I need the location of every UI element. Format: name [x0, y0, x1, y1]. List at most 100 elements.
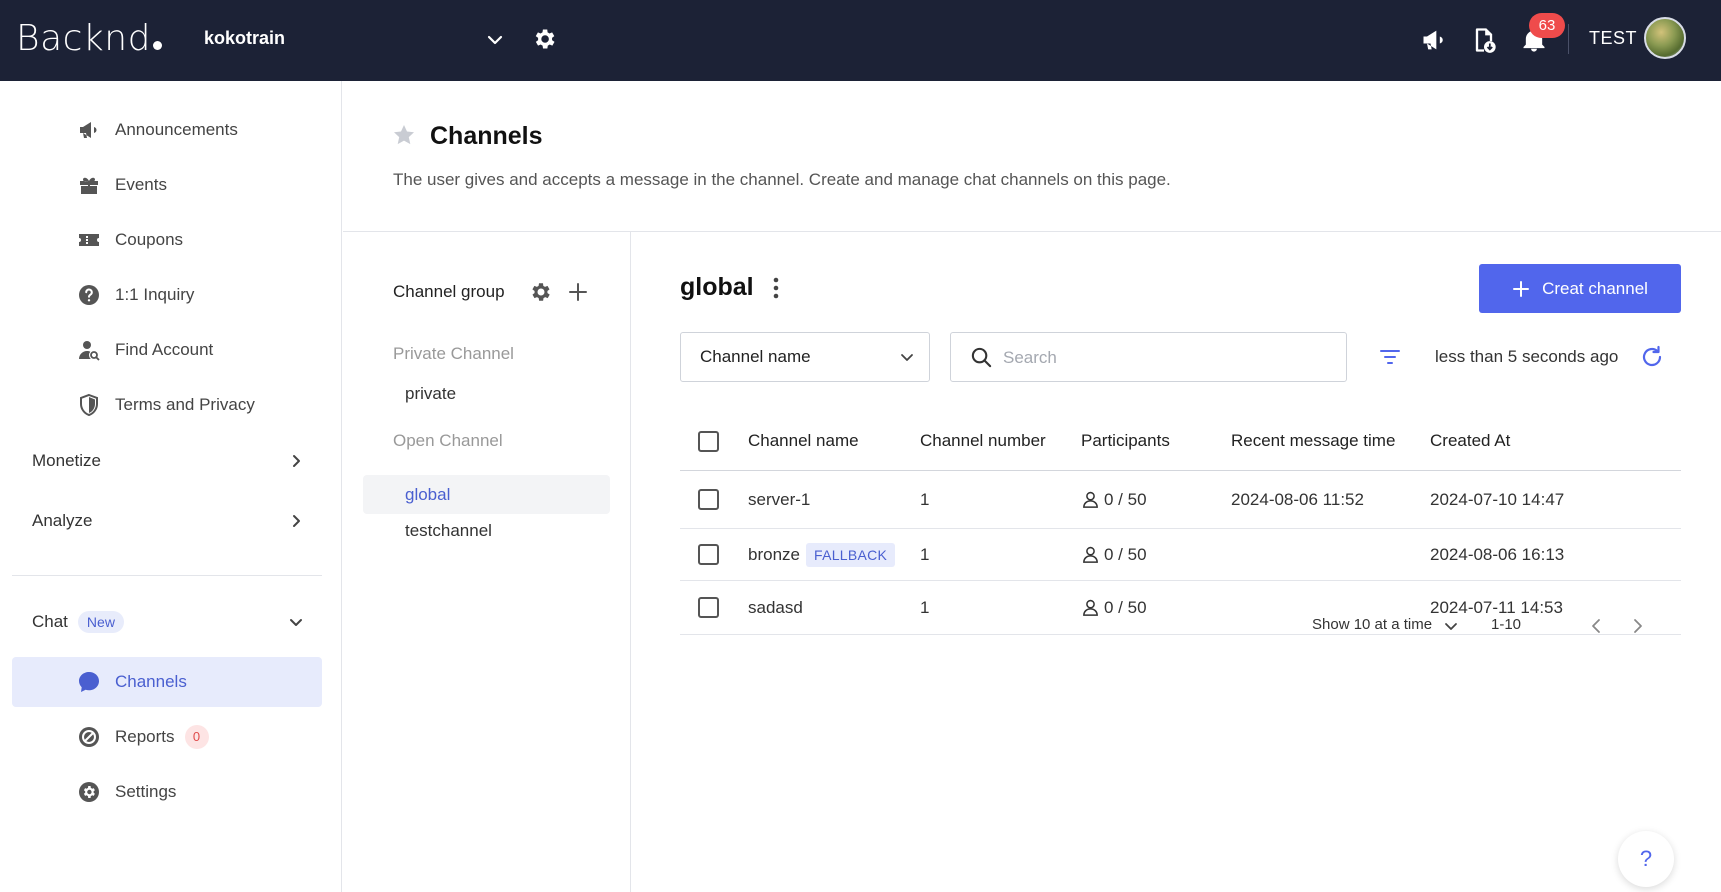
channel-group-item-testchannel[interactable]: testchannel [405, 521, 492, 541]
project-name[interactable]: kokotrain [204, 28, 285, 49]
top-bar: Backnd kokotrain 63 TEST [0, 0, 1721, 81]
column-header[interactable]: Channel name [748, 412, 859, 470]
sidebar-item-announcements[interactable]: Announcements [77, 115, 238, 145]
sidebar-item-label: Find Account [115, 340, 214, 359]
ticket-icon [77, 228, 101, 252]
sidebar-item-label: Events [115, 175, 167, 194]
create-channel-button[interactable]: Creat channel [1479, 264, 1681, 313]
report-icon [77, 725, 101, 749]
row-checkbox[interactable] [698, 544, 719, 565]
refresh-icon[interactable] [1639, 344, 1665, 370]
participants-value: 0 / 50 [1104, 544, 1147, 564]
channel-group-item-global[interactable]: global [405, 485, 450, 505]
search-box [950, 332, 1347, 382]
page-size-label: Show 10 at a time [1312, 616, 1433, 633]
sidebar-item-reports[interactable]: Reports 0 [77, 722, 209, 752]
page-header: Channels The user gives and accepts a me… [343, 81, 1721, 232]
channel-name-cell[interactable]: sadasd [748, 581, 803, 634]
page-size-select[interactable]: Show 10 at a time [1312, 616, 1432, 633]
help-label: ? [1639, 846, 1653, 871]
column-header[interactable]: Created At [1430, 412, 1510, 470]
channel-number-cell: 1 [920, 489, 930, 509]
help-button[interactable]: ? [1618, 831, 1674, 887]
search-input[interactable] [1003, 345, 1323, 371]
sidebar-group-label: Chat [32, 612, 68, 631]
table-row[interactable]: bronze FALLBACK 1 0 / 50 2024-08-06 16:1… [680, 529, 1681, 581]
chevron-down-icon[interactable] [485, 30, 505, 50]
plus-icon[interactable] [567, 281, 589, 303]
user-name[interactable]: TEST [1589, 28, 1637, 49]
sidebar-item-events[interactable]: Events [77, 170, 167, 200]
table-row[interactable]: server-1 1 0 / 50 2024-08-06 11:52 2024-… [680, 471, 1681, 529]
avatar[interactable] [1644, 17, 1686, 59]
table-header-row: Channel name Channel number Participants… [680, 412, 1681, 471]
page-description: The user gives and accepts a message in … [393, 170, 1171, 189]
more-options-icon[interactable] [769, 275, 783, 301]
table-row[interactable]: sadasd 1 0 / 50 2024-07-11 14:53 [680, 581, 1681, 635]
channel-number-cell: 1 [920, 597, 930, 617]
select-value: Channel name [700, 347, 811, 366]
notification-count-badge: 63 [1529, 13, 1565, 38]
sidebar-item-terms[interactable]: Terms and Privacy [77, 390, 255, 420]
sidebar-item-find-account[interactable]: Find Account [77, 335, 213, 365]
sidebar-group-monetize[interactable]: Monetize [32, 446, 304, 476]
gear-icon[interactable] [531, 26, 557, 52]
sidebar-item-settings[interactable]: Settings [77, 777, 176, 807]
document-download-icon[interactable] [1470, 26, 1498, 54]
row-checkbox-cell [698, 471, 719, 528]
sidebar-group-chat[interactable]: Chat New [32, 607, 304, 637]
channel-section-label: Private Channel [393, 344, 514, 363]
sidebar-item-coupons[interactable]: Coupons [77, 225, 183, 255]
user-search-icon [77, 338, 101, 362]
channel-section-label: Open Channel [393, 431, 503, 450]
sidebar-item-label: 1:1 Inquiry [115, 285, 195, 304]
column-header[interactable]: Channel number [920, 412, 1046, 470]
star-icon[interactable] [392, 123, 416, 147]
channel-main-panel: global Creat channel Channel name less t… [632, 232, 1721, 892]
channel-group-item-private[interactable]: private [405, 384, 456, 404]
participants-value: 0 / 50 [1104, 489, 1147, 509]
person-icon [1083, 546, 1098, 563]
new-badge: New [77, 611, 124, 633]
channel-group-title: Channel group [393, 282, 505, 301]
row-checkbox[interactable] [698, 489, 719, 510]
sidebar-item-label: Coupons [115, 230, 184, 249]
created-at-cell: 2024-07-10 14:47 [1430, 489, 1565, 509]
sidebar-item-inquiry[interactable]: 1:1 Inquiry [77, 280, 194, 310]
sidebar-group-chat-title: Chat New [32, 611, 124, 633]
channel-name-cell[interactable]: server-1 [748, 471, 810, 528]
megaphone-icon [77, 118, 101, 142]
channel-name-cell[interactable]: bronze FALLBACK [748, 529, 896, 580]
column-header[interactable]: Participants [1081, 412, 1170, 470]
participants-value: 0 / 50 [1104, 597, 1147, 617]
column-header[interactable]: Recent message time [1231, 412, 1395, 470]
search-field-select[interactable]: Channel name [680, 332, 930, 382]
chevron-right-icon [293, 455, 300, 467]
participants-cell: 0 / 50 [1081, 471, 1147, 528]
create-channel-label: Creat channel [1542, 278, 1648, 298]
plus-icon [1513, 280, 1530, 297]
select-all-checkbox[interactable] [698, 430, 719, 452]
page-title: Channels [430, 122, 543, 150]
sidebar-item-label: Terms and Privacy [115, 395, 255, 414]
chevron-right-icon[interactable] [1628, 617, 1646, 635]
shield-icon [77, 393, 101, 417]
chevron-down-icon [290, 619, 302, 626]
sidebar-group-analyze[interactable]: Analyze [32, 506, 304, 536]
backnd-logo[interactable]: Backnd [16, 18, 162, 59]
megaphone-icon[interactable] [1420, 26, 1448, 54]
chevron-left-icon[interactable] [1588, 617, 1606, 635]
reports-count-badge: 0 [184, 725, 209, 749]
question-icon [77, 283, 101, 307]
channel-group-heading: global [680, 273, 754, 301]
sidebar-item-label: Channels [115, 672, 187, 691]
filter-icon[interactable] [1378, 346, 1402, 368]
person-icon [1083, 491, 1098, 508]
person-icon [1083, 599, 1098, 616]
gear-icon[interactable] [528, 280, 552, 304]
sidebar-item-channels[interactable]: Channels [77, 667, 187, 697]
sidebar-divider [12, 575, 322, 576]
chevron-down-icon[interactable] [1442, 617, 1460, 635]
chevron-right-icon [293, 515, 300, 527]
row-checkbox[interactable] [698, 597, 719, 618]
